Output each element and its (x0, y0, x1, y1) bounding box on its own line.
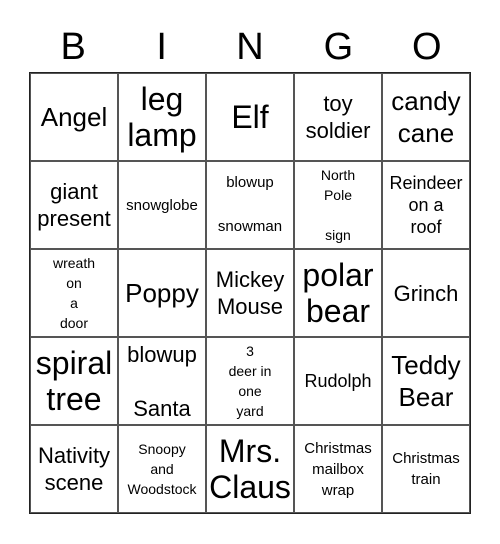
bingo-cell[interactable]: North Pole sign (294, 161, 382, 249)
bingo-cell[interactable]: polar bear (294, 249, 382, 337)
bingo-header: B I N G O (29, 22, 471, 72)
header-letter-n: N (236, 26, 264, 68)
bingo-cell[interactable]: Mickey Mouse (206, 249, 294, 337)
bingo-grid: Angel leg lamp Elf toy soldier candy can… (29, 72, 471, 514)
bingo-cell[interactable]: leg lamp (118, 73, 206, 161)
bingo-cell[interactable]: Snoopy and Woodstock (118, 425, 206, 513)
bingo-cell[interactable]: blowup snowman (206, 161, 294, 249)
bingo-cell[interactable]: snowglobe (118, 161, 206, 249)
header-letter-g: G (323, 26, 354, 68)
bingo-cell[interactable]: Elf (206, 73, 294, 161)
bingo-cell[interactable]: Reindeer on a roof (382, 161, 470, 249)
bingo-cell[interactable]: Christmas train (382, 425, 470, 513)
bingo-cell[interactable]: giant present (30, 161, 118, 249)
bingo-cell[interactable]: Nativity scene (30, 425, 118, 513)
header-letter-b: B (60, 26, 86, 68)
bingo-cell[interactable]: spiral tree (30, 337, 118, 425)
bingo-cell[interactable]: Rudolph (294, 337, 382, 425)
bingo-cell[interactable]: Angel (30, 73, 118, 161)
header-letter-i: I (156, 26, 167, 68)
bingo-cell[interactable]: toy soldier (294, 73, 382, 161)
bingo-cell[interactable]: Mrs. Claus (206, 425, 294, 513)
bingo-cell[interactable]: Christmas mailbox wrap (294, 425, 382, 513)
bingo-cell[interactable]: candy cane (382, 73, 470, 161)
bingo-cell[interactable]: blowup Santa (118, 337, 206, 425)
bingo-cell[interactable]: 3 deer in one yard (206, 337, 294, 425)
bingo-cell[interactable]: Poppy (118, 249, 206, 337)
header-letter-o: O (412, 26, 442, 68)
bingo-cell[interactable]: Teddy Bear (382, 337, 470, 425)
bingo-cell[interactable]: Grinch (382, 249, 470, 337)
bingo-cell[interactable]: wreath on a door (30, 249, 118, 337)
